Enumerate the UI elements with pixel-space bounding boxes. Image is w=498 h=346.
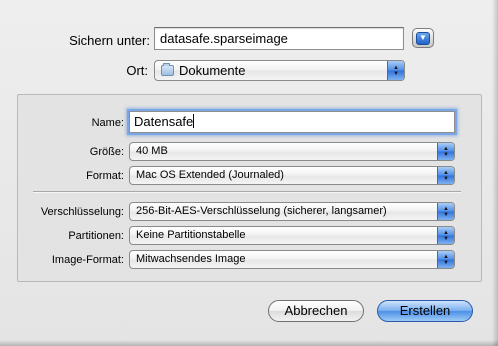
name-input[interactable]: Datensafe: [129, 111, 455, 133]
format-popup[interactable]: Mac OS Extended (Journaled) ▲ ▼: [129, 166, 455, 185]
where-popup[interactable]: Dokumente ▲ ▼: [154, 60, 405, 81]
cancel-button[interactable]: Abbrechen: [268, 300, 364, 322]
popup-arrows-icon: ▲ ▼: [437, 203, 454, 220]
encryption-value: 256-Bit-AES-Verschlüsselung (sicherer, l…: [136, 205, 387, 217]
text-caret: [193, 114, 195, 128]
folder-icon: [161, 63, 174, 76]
partitions-value: Keine Partitionstabelle: [136, 229, 246, 241]
partitions-label: Partitionen:: [68, 230, 124, 242]
name-label: Name:: [91, 117, 124, 129]
encryption-popup[interactable]: 256-Bit-AES-Verschlüsselung (sicherer, l…: [129, 202, 455, 221]
size-popup[interactable]: 40 MB ▲ ▼: [129, 142, 455, 161]
popup-arrows-icon: ▲ ▼: [437, 143, 454, 160]
image-format-popup[interactable]: Mitwachsendes Image ▲ ▼: [129, 250, 455, 269]
image-format-value: Mitwachsendes Image: [136, 253, 246, 265]
window-shadow-right: [492, 0, 498, 346]
save-as-label: Sichern unter:: [69, 33, 150, 48]
format-label: Format:: [86, 170, 124, 182]
popup-arrows-icon: ▲ ▼: [437, 251, 454, 268]
name-value: Datensafe: [134, 114, 194, 129]
expand-dialog-button[interactable]: ▼: [412, 28, 434, 48]
format-value: Mac OS Extended (Journaled): [136, 169, 284, 181]
popup-arrows-icon: ▲ ▼: [437, 227, 454, 244]
size-label: Größe:: [89, 146, 124, 158]
popup-arrows-icon: ▲ ▼: [387, 61, 404, 80]
popup-arrows-icon: ▲ ▼: [437, 167, 454, 184]
size-value: 40 MB: [136, 145, 168, 157]
create-button[interactable]: Erstellen: [377, 300, 473, 322]
chevron-down-icon: ▼: [416, 31, 430, 45]
where-label: Ort:: [126, 63, 148, 78]
save-as-field[interactable]: datasafe.sparseimage: [154, 27, 404, 50]
encryption-label: Verschlüsselung:: [40, 206, 124, 218]
save-dialog: Sichern unter: datasafe.sparseimage ▼ Or…: [0, 0, 498, 346]
section-divider: [33, 191, 461, 193]
partitions-popup[interactable]: Keine Partitionstabelle ▲ ▼: [129, 226, 455, 245]
image-format-label: Image-Format:: [51, 254, 124, 266]
window-shadow-bottom: [0, 340, 498, 346]
where-value: Dokumente: [179, 63, 246, 78]
